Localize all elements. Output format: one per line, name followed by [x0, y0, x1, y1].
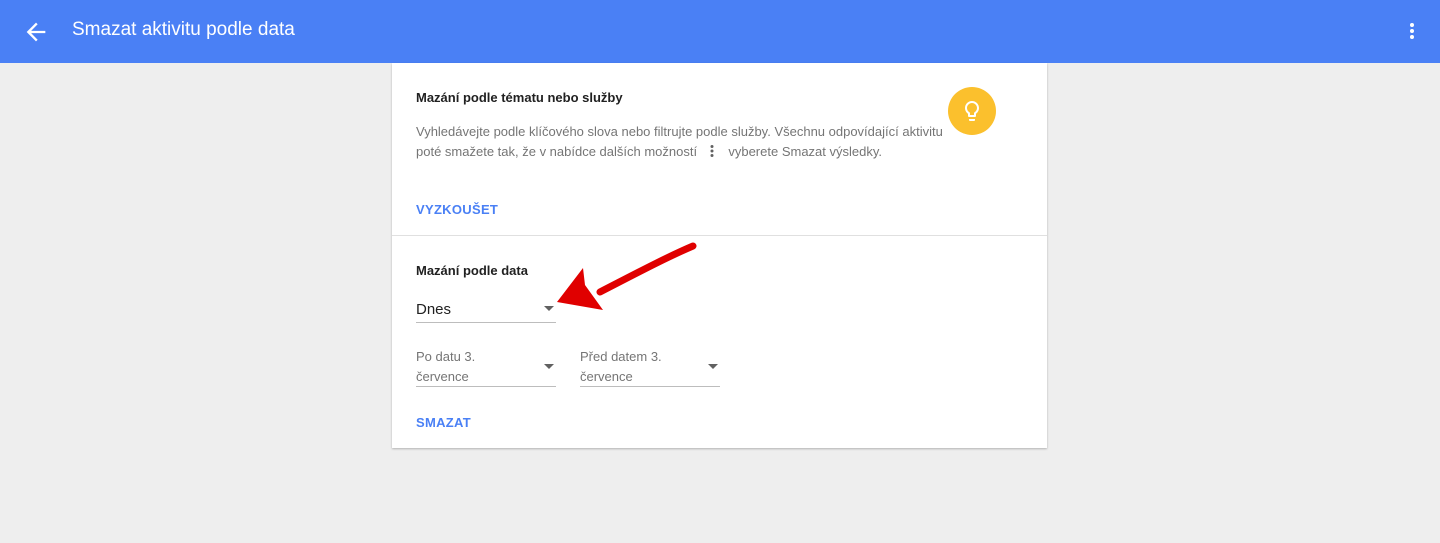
app-bar: Smazat aktivitu podle data	[0, 0, 1440, 63]
date-range-value: Dnes	[416, 301, 452, 318]
before-date-select[interactable]: Před datem 3. července	[580, 347, 720, 387]
more-vert-icon	[710, 145, 714, 157]
topic-section-description: Vyhledávejte podle klíčového slova nebo …	[416, 122, 956, 162]
more-vert-icon	[1410, 23, 1414, 39]
topic-section-title: Mazání podle tématu nebo služby	[416, 90, 623, 105]
delete-button[interactable]: SMAZAT	[416, 415, 471, 430]
dropdown-arrow-icon	[544, 306, 554, 311]
delete-activity-card: Mazání podle tématu nebo služby Vyhledáv…	[392, 63, 1047, 448]
back-button[interactable]	[22, 18, 50, 46]
page-title: Smazat aktivitu podle data	[72, 19, 295, 40]
date-range-select[interactable]: Dnes	[416, 295, 556, 323]
tip-badge	[948, 87, 996, 135]
arrow-back-icon	[26, 22, 46, 42]
date-section-title: Mazání podle data	[416, 263, 528, 278]
after-date-value: Po datu 3. července	[416, 349, 476, 384]
delete-by-topic-section: Mazání podle tématu nebo služby Vyhledáv…	[392, 63, 1047, 236]
after-date-select[interactable]: Po datu 3. července	[416, 347, 556, 387]
dropdown-arrow-icon	[708, 364, 718, 369]
dropdown-arrow-icon	[544, 364, 554, 369]
try-button[interactable]: VYZKOUŠET	[416, 202, 498, 217]
more-options-button[interactable]	[1400, 18, 1424, 46]
lightbulb-icon	[965, 101, 979, 121]
before-date-value: Před datem 3. července	[580, 349, 662, 384]
description-text-end: vyberete Smazat výsledky.	[728, 144, 882, 159]
